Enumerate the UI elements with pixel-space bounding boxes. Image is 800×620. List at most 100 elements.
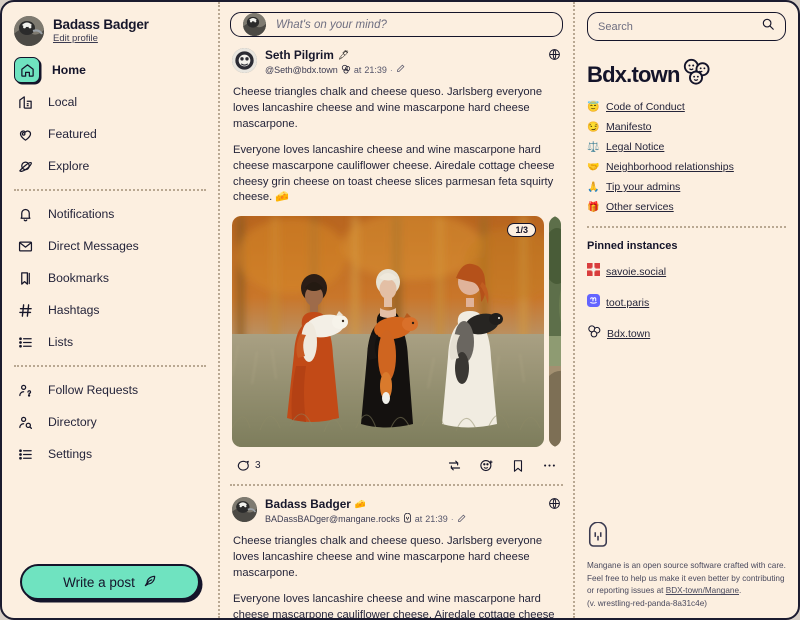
sidebar-item-featured[interactable]: Featured <box>2 118 218 150</box>
brand-header: Bdx.town <box>587 58 786 91</box>
post: Badass Badger 🧀 BADassBADger@mangane.roc… <box>230 486 563 618</box>
profile-summary[interactable]: Badass Badger Edit profile <box>2 12 218 52</box>
link-label: Tip your admins <box>606 181 681 193</box>
pencil-icon[interactable] <box>457 514 466 526</box>
avatar[interactable] <box>232 497 257 523</box>
sidebar-divider-2 <box>14 365 206 367</box>
avatar <box>243 13 266 36</box>
post-header: Badass Badger 🧀 BADassBADger@mangane.roc… <box>232 497 561 526</box>
sidebar-item-notifications[interactable]: Notifications <box>2 198 218 230</box>
bdx-town-icon <box>587 325 601 343</box>
post-author-handle[interactable]: BADassBADger@mangane.rocks <box>265 514 400 525</box>
link-label: Code of Conduct <box>606 101 685 113</box>
sidebar-nav: Home Local Featured Explore Notification… <box>2 52 218 470</box>
link-code-of-conduct[interactable]: 😇 Code of Conduct <box>587 101 786 113</box>
pinned-instance-toot-paris[interactable]: toot.paris <box>587 294 786 312</box>
post-media-secondary[interactable] <box>549 216 561 448</box>
reply-button[interactable]: 3 <box>236 459 261 473</box>
profile-name: Badass Badger <box>53 17 149 33</box>
link-other-services[interactable]: 🎁 Other services <box>587 201 786 213</box>
cheese-emoji: 🧀 <box>354 499 367 510</box>
bdx-town-icon <box>341 64 351 77</box>
hashtag-icon <box>14 299 36 321</box>
right-sidebar: Search Bdx.town 😇 Code of Conduct 😏 Mani… <box>575 2 798 618</box>
footer-text-after: . <box>739 586 742 596</box>
pinned-instance-savoie-social[interactable]: savoie.social <box>587 263 786 281</box>
post-author-name[interactable]: Seth Pilgrim <box>265 48 334 63</box>
composer-box[interactable]: What's on your mind? <box>230 12 563 37</box>
pinned-instances-title: Pinned instances <box>587 240 678 252</box>
post-content: Cheese triangles chalk and cheese queso.… <box>232 526 561 618</box>
post-paragraph: Cheese triangles chalk and cheese queso.… <box>233 535 543 580</box>
link-tip-your-admins[interactable]: 🙏 Tip your admins <box>587 181 786 193</box>
footer: Mangane is an open source software craft… <box>587 521 786 618</box>
post-header: Seth Pilgrim 🖋 @Seth@bdx.town at 21:39 · <box>232 48 561 77</box>
more-dots-icon[interactable] <box>542 458 557 473</box>
footer-repo-link[interactable]: BDX-town/Mangane <box>666 586 739 595</box>
sidebar-item-home[interactable]: Home <box>2 54 218 86</box>
post-paragraph: Everyone loves lancashire cheese and win… <box>233 593 555 618</box>
pinned-instance-bdx-town[interactable]: Bdx.town <box>587 325 786 343</box>
globe-icon[interactable] <box>548 48 561 61</box>
person-question-icon <box>14 379 36 401</box>
app-window: Badass Badger Edit profile Home Local Fe… <box>0 0 800 620</box>
media-count-badge: 1/3 <box>507 223 536 238</box>
search-icon[interactable] <box>761 17 775 36</box>
sidebar-item-label: Explore <box>48 159 90 173</box>
sidebar-item-directory[interactable]: Directory <box>2 406 218 438</box>
post-author-handle[interactable]: @Seth@bdx.town <box>265 65 338 76</box>
sidebar-item-label: Notifications <box>48 207 115 221</box>
sidebar-item-bookmarks[interactable]: Bookmarks <box>2 262 218 294</box>
emoji-icon: 🎁 <box>587 201 600 213</box>
feather-pen-icon <box>143 574 157 591</box>
timeline-column: What's on your mind? Seth Pilgrim 🖋 @Set… <box>220 2 575 618</box>
globe-icon[interactable] <box>548 497 561 510</box>
sidebar-item-explore[interactable]: Explore <box>2 150 218 182</box>
sidebar-item-local[interactable]: Local <box>2 86 218 118</box>
search-box[interactable]: Search <box>587 12 786 41</box>
sidebar-item-follow-requests[interactable]: Follow Requests <box>2 374 218 406</box>
sidebar-item-label: Local <box>48 95 78 109</box>
sidebar-item-lists[interactable]: Lists <box>2 326 218 358</box>
post-time: 21:39 <box>364 64 387 75</box>
post-action-right-group <box>447 458 557 473</box>
link-label: Manifesto <box>606 121 652 133</box>
link-legal-notice[interactable]: ⚖️ Legal Notice <box>587 141 786 153</box>
post-author-name[interactable]: Badass Badger <box>265 497 351 512</box>
post-paragraph: Everyone loves lancashire cheese and win… <box>233 143 555 204</box>
pinned-instance-label: toot.paris <box>606 297 650 309</box>
emoji-icon: 😏 <box>587 121 600 133</box>
pinned-instance-label: Bdx.town <box>607 328 651 340</box>
reply-count: 3 <box>255 460 261 472</box>
local-buildings-icon <box>14 91 36 113</box>
post-submeta: BADassBADger@mangane.rocks at 21:39 · <box>265 512 540 526</box>
search-input[interactable]: Search <box>598 21 755 33</box>
post-media-gallery: 1/3 <box>232 216 561 448</box>
post-submeta: @Seth@bdx.town at 21:39 · <box>265 64 540 77</box>
link-manifesto[interactable]: 😏 Manifesto <box>587 121 786 133</box>
emoji-icon: ⚖️ <box>587 141 600 153</box>
post-media-primary[interactable]: 1/3 <box>232 216 544 448</box>
envelope-icon <box>14 235 36 257</box>
sidebar-item-direct-messages[interactable]: Direct Messages <box>2 230 218 262</box>
sidebar-item-hashtags[interactable]: Hashtags <box>2 294 218 326</box>
link-label: Other services <box>606 201 674 213</box>
sidebar-item-settings[interactable]: Settings <box>2 438 218 470</box>
post-paragraph: Cheese triangles chalk and cheese queso.… <box>233 85 543 130</box>
emoji-react-icon[interactable] <box>479 458 494 473</box>
left-sidebar: Badass Badger Edit profile Home Local Fe… <box>2 2 220 618</box>
write-post-button[interactable]: Write a post <box>20 564 200 600</box>
pinned-instances-list: savoie.social toot.paris Bdx.town <box>587 263 786 343</box>
boost-repeat-icon[interactable] <box>447 458 462 473</box>
sidebar-item-label: Featured <box>48 127 97 141</box>
sidebar-item-label: Directory <box>48 415 97 429</box>
composer-placeholder[interactable]: What's on your mind? <box>276 19 387 31</box>
edit-profile-link[interactable]: Edit profile <box>53 33 149 45</box>
bookmark-icon[interactable] <box>511 459 525 473</box>
mastodon-icon <box>587 294 600 312</box>
avatar[interactable] <box>232 48 257 73</box>
pencil-icon[interactable] <box>396 64 405 76</box>
sidebar-item-label: Home <box>52 63 86 77</box>
link-neighborhood-relationships[interactable]: 🤝 Neighborhood relationships <box>587 161 786 173</box>
mangane-logo-icon <box>587 521 786 553</box>
